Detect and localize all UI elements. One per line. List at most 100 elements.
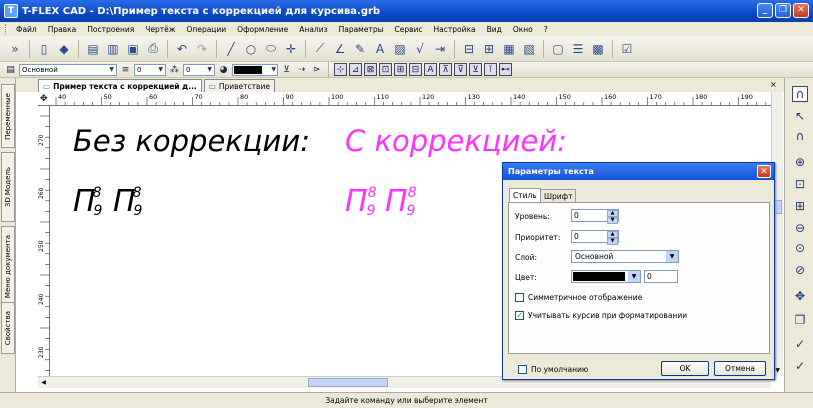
menu-construct[interactable]: Построения: [87, 25, 134, 34]
ellipse-icon[interactable]: ⬭: [262, 40, 280, 58]
restore-button[interactable]: ❐: [775, 3, 791, 18]
sample-with-correction-1[interactable]: П89: [345, 184, 385, 219]
text-icon[interactable]: A: [371, 40, 389, 58]
menu-edit[interactable]: Правка: [48, 25, 77, 34]
zoom-next-icon[interactable]: ⊘: [792, 262, 808, 278]
menu-operations[interactable]: Операции: [187, 25, 227, 34]
scroll-left-icon[interactable]: ◀: [38, 377, 49, 388]
picture-icon[interactable]: ▧: [520, 40, 538, 58]
magnet-icon[interactable]: ∩: [792, 86, 808, 102]
snap-2-icon[interactable]: ⊿: [349, 63, 362, 76]
library-icon[interactable]: ▥: [104, 40, 122, 58]
color-select[interactable]: ▼: [571, 270, 641, 283]
ok-button[interactable]: OK: [661, 361, 709, 376]
bom-icon[interactable]: ☰: [569, 40, 587, 58]
tab-properties[interactable]: Свойства: [1, 302, 15, 354]
magnet-2-icon[interactable]: ∩: [792, 128, 808, 144]
italic-checkbox[interactable]: ✓: [515, 311, 524, 320]
zoom-all-icon[interactable]: ⊞: [792, 198, 808, 214]
sample-with-correction-2[interactable]: П89: [385, 184, 425, 219]
sample-no-correction-1[interactable]: П89: [73, 184, 113, 219]
snap-6-icon[interactable]: ⊟: [409, 63, 422, 76]
snap-3-icon[interactable]: ⊠: [364, 63, 377, 76]
leader-icon[interactable]: ⇥: [431, 40, 449, 58]
select-cursor-icon[interactable]: ↖: [792, 108, 808, 124]
text-no-correction[interactable]: Без коррекции:: [73, 124, 310, 158]
layer-combo[interactable]: Основной ▼: [19, 63, 117, 76]
tab-font[interactable]: Шрифт: [540, 189, 577, 202]
menu-help[interactable]: ?: [544, 25, 548, 34]
check-mark-2-icon[interactable]: ✓: [792, 358, 808, 374]
save-icon[interactable]: ▣: [124, 40, 142, 58]
text-with-correction[interactable]: С коррекцией:: [345, 124, 567, 158]
pages-icon[interactable]: ❐: [792, 312, 808, 328]
menu-annotation[interactable]: Оформление: [237, 25, 288, 34]
circle-icon[interactable]: ○: [242, 40, 260, 58]
new-3d-icon[interactable]: ◆: [55, 40, 73, 58]
tab-style[interactable]: Стиль: [509, 188, 541, 202]
horizontal-scroll-thumb[interactable]: [308, 378, 388, 387]
spin-up-icon[interactable]: ▲: [607, 231, 618, 238]
spin-down-icon[interactable]: ▼: [607, 217, 618, 224]
select-icon[interactable]: ⇢: [295, 63, 308, 76]
tab-welcome[interactable]: ▭ Приветствие: [203, 79, 275, 92]
hatch-icon[interactable]: ▨: [391, 40, 409, 58]
pan-icon[interactable]: ✥: [792, 288, 808, 304]
filter-icon[interactable]: ⊻: [280, 63, 293, 76]
minimize-button[interactable]: _: [757, 3, 773, 18]
zoom-out-icon[interactable]: ⊖: [792, 220, 808, 236]
snap-10-icon[interactable]: ⊻: [469, 63, 482, 76]
cancel-button[interactable]: Отмена: [714, 361, 766, 376]
redo-icon[interactable]: ↷: [193, 40, 211, 58]
snap-icon[interactable]: ⋗: [310, 63, 323, 76]
page-icon[interactable]: ▢: [549, 40, 567, 58]
graphic-line-icon[interactable]: ⟋: [311, 40, 329, 58]
tab-3d-model[interactable]: 3D Модель: [1, 152, 15, 222]
snap-7-icon[interactable]: A: [424, 63, 437, 76]
color-combo[interactable]: ▼: [232, 63, 278, 76]
tab-variables[interactable]: Переменные: [1, 84, 15, 148]
spin-up-icon[interactable]: ▲: [607, 210, 618, 217]
roughness-icon[interactable]: √: [411, 40, 429, 58]
layer-select[interactable]: Основной ▼: [571, 250, 679, 263]
snap-1-icon[interactable]: ⊹: [334, 63, 347, 76]
menu-service[interactable]: Сервис: [395, 25, 423, 34]
tab-close-button[interactable]: ×: [770, 80, 777, 89]
print-icon[interactable]: ⎙: [144, 40, 162, 58]
color-index-field[interactable]: 0: [644, 270, 678, 283]
check-mark-icon[interactable]: ✓: [792, 336, 808, 352]
snap-9-icon[interactable]: ⊽: [454, 63, 467, 76]
menu-view[interactable]: Вид: [487, 25, 502, 34]
tab-document-menu[interactable]: Меню документа: [1, 226, 15, 308]
menu-drawing[interactable]: Чертёж: [145, 25, 175, 34]
calc-icon[interactable]: ▩: [589, 40, 607, 58]
zoom-prev-icon[interactable]: ⊙: [792, 240, 808, 256]
level-spinner[interactable]: 0 ▲ ▼: [571, 209, 619, 224]
priority-spinner[interactable]: 0 ▲ ▼: [571, 230, 619, 245]
menu-window[interactable]: Окно: [513, 25, 533, 34]
snap-4-icon[interactable]: ⊡: [379, 63, 392, 76]
spin-down-icon[interactable]: ▼: [607, 238, 618, 245]
open-icon[interactable]: ▤: [84, 40, 102, 58]
line-icon[interactable]: ╱: [222, 40, 240, 58]
zoom-window-icon[interactable]: ⊡: [792, 176, 808, 192]
fragment-icon[interactable]: ⊟: [460, 40, 478, 58]
close-button[interactable]: ✕: [793, 3, 809, 18]
snap-11-icon[interactable]: ⊺: [484, 63, 497, 76]
priority-combo[interactable]: 0 ▼: [183, 63, 215, 76]
snap-5-icon[interactable]: ⊞: [394, 63, 407, 76]
dialog-close-button[interactable]: ✕: [757, 165, 771, 178]
tab-document[interactable]: ▭ Пример текста с коррекцией д...: [38, 79, 202, 92]
undo-icon[interactable]: ↶: [173, 40, 191, 58]
snap-12-icon[interactable]: ⊷: [499, 63, 512, 76]
default-checkbox[interactable]: [518, 365, 527, 374]
new-document-icon[interactable]: ▯: [35, 40, 53, 58]
chevron-down-icon[interactable]: ▼: [628, 271, 640, 282]
spec-icon[interactable]: ⊞: [480, 40, 498, 58]
table-icon[interactable]: ▦: [500, 40, 518, 58]
menu-parameters[interactable]: Параметры: [339, 25, 384, 34]
sample-no-correction-2[interactable]: П89: [113, 184, 153, 219]
node-icon[interactable]: ✛: [282, 40, 300, 58]
zoom-in-icon[interactable]: ⊕: [792, 154, 808, 170]
chevron-down-icon[interactable]: »: [6, 40, 24, 58]
